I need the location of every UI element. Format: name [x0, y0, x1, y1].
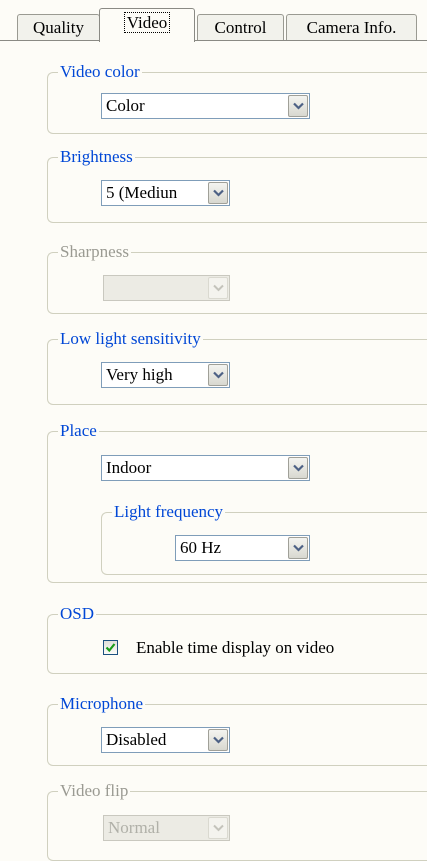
brightness-value: 5 (Mediun: [106, 183, 178, 202]
light-frequency-select[interactable]: 60 Hz: [175, 535, 310, 561]
time-display-label: Enable time display on video: [136, 638, 335, 657]
low-light-legend: Low light sensitivity: [58, 328, 203, 350]
chevron-down-icon[interactable]: [288, 95, 308, 117]
place-legend: Place: [58, 420, 99, 442]
chevron-down-icon[interactable]: [208, 364, 228, 386]
tab-control[interactable]: Control: [197, 14, 284, 40]
video-flip-legend: Video flip: [58, 780, 131, 802]
osd-legend: OSD: [58, 603, 97, 625]
chevron-down-icon[interactable]: [288, 537, 308, 559]
tab-quality-label: Quality: [33, 18, 84, 37]
tab-strip: Quality Video Control Camera Info.: [0, 0, 427, 44]
light-frequency-value: 60 Hz: [180, 538, 222, 557]
tab-camera-info-label: Camera Info.: [306, 18, 397, 37]
sharpness-select: [103, 275, 230, 301]
checkmark-icon: [105, 643, 116, 653]
light-frequency-legend: Light frequency: [112, 501, 226, 523]
microphone-select[interactable]: Disabled: [101, 727, 230, 753]
tab-video-label: Video: [123, 12, 171, 33]
brightness-select[interactable]: 5 (Mediun: [101, 180, 230, 206]
brightness-legend: Brightness: [58, 146, 135, 168]
sharpness-legend: Sharpness: [58, 241, 131, 263]
tab-strip-border: [0, 40, 427, 41]
tab-video[interactable]: Video: [99, 8, 195, 42]
chevron-down-icon: [208, 277, 228, 299]
tab-control-label: Control: [214, 18, 267, 37]
video-color-select[interactable]: Color: [101, 93, 310, 119]
tab-quality[interactable]: Quality: [17, 14, 100, 40]
video-flip-select: Normal: [103, 815, 230, 841]
video-flip-value: Normal: [108, 818, 160, 837]
low-light-value: Very high: [106, 365, 173, 384]
chevron-down-icon[interactable]: [208, 182, 228, 204]
chevron-down-icon[interactable]: [208, 729, 228, 751]
microphone-legend: Microphone: [58, 693, 146, 715]
video-color-legend: Video color: [58, 61, 142, 83]
chevron-down-icon: [208, 817, 228, 839]
microphone-value: Disabled: [106, 730, 167, 749]
low-light-select[interactable]: Very high: [101, 362, 230, 388]
place-select[interactable]: Indoor: [101, 455, 310, 481]
chevron-down-icon[interactable]: [288, 457, 308, 479]
place-value: Indoor: [106, 458, 152, 477]
video-color-value: Color: [106, 96, 145, 115]
time-display-checkbox[interactable]: [103, 640, 118, 655]
tab-camera-info[interactable]: Camera Info.: [286, 14, 417, 40]
